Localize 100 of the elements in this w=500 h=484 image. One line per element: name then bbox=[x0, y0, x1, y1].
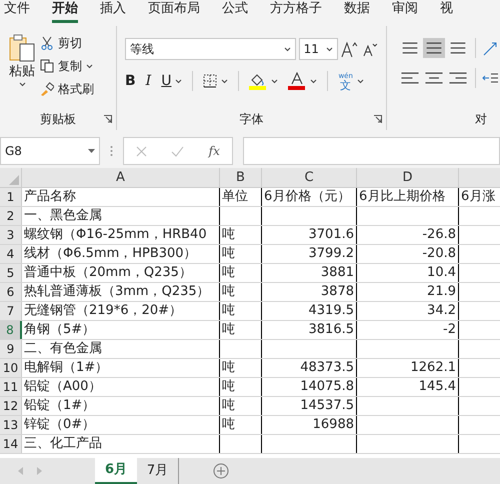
column-header[interactable]: C bbox=[262, 168, 357, 187]
table-cell: -2 bbox=[357, 321, 459, 339]
row-header[interactable]: 10 bbox=[0, 359, 22, 377]
copy-icon[interactable] bbox=[40, 59, 54, 73]
sheet-tab[interactable]: 7月 bbox=[137, 458, 179, 484]
paste-label[interactable]: 粘贴 bbox=[9, 62, 35, 82]
caret-icon[interactable] bbox=[310, 78, 318, 84]
table-cell: 3799.2 bbox=[262, 245, 357, 263]
table-cell: 6月价格（元） bbox=[262, 188, 357, 206]
table-cell: 螺纹钢（Φ16-25mm，HRB40 bbox=[22, 226, 220, 244]
table-cell: 6月比上期价格 bbox=[357, 188, 459, 206]
phonetic-char[interactable]: 文 bbox=[340, 81, 352, 90]
dialog-launcher-icon[interactable] bbox=[104, 115, 112, 123]
dialog-launcher-icon[interactable] bbox=[374, 115, 382, 123]
table-cell: -20.8 bbox=[357, 245, 459, 263]
ribbon-tab[interactable]: 审阅 bbox=[392, 0, 418, 23]
row-header[interactable]: 13 bbox=[0, 416, 22, 434]
table-cell: 普通中板（20mm，Q235） bbox=[22, 264, 220, 282]
table-cell: -26.8 bbox=[357, 226, 459, 244]
borders-icon[interactable] bbox=[203, 74, 218, 88]
caret-icon[interactable] bbox=[175, 78, 182, 84]
ribbon-tab[interactable]: 视 bbox=[440, 0, 453, 23]
formula-field[interactable] bbox=[243, 137, 500, 165]
paste-icon[interactable] bbox=[8, 34, 36, 62]
caret-icon[interactable] bbox=[221, 78, 228, 84]
table-cell: 14075.8 bbox=[262, 378, 357, 396]
row-header[interactable]: 8 bbox=[0, 321, 22, 339]
table-cell: 锌锭（0#） bbox=[22, 416, 220, 434]
row-header[interactable]: 3 bbox=[0, 226, 22, 244]
table-cell: 吨 bbox=[220, 226, 262, 244]
column-header[interactable]: A bbox=[22, 168, 220, 187]
ribbon-tab[interactable]: 页面布局 bbox=[148, 0, 200, 23]
caret-icon[interactable] bbox=[356, 78, 364, 84]
table-cell: 二、有色金属 bbox=[22, 340, 220, 358]
paintbrush-icon[interactable] bbox=[40, 82, 54, 96]
table-cell: 3816.5 bbox=[262, 321, 357, 339]
row-header[interactable]: 2 bbox=[0, 207, 22, 225]
row-header[interactable]: 9 bbox=[0, 340, 22, 358]
caret-icon[interactable] bbox=[284, 46, 291, 52]
table-cell: 吨 bbox=[220, 245, 262, 263]
italic-button[interactable]: I bbox=[146, 70, 152, 92]
grow-font-icon[interactable] bbox=[341, 40, 360, 58]
bold-button[interactable]: B bbox=[125, 70, 136, 92]
table-cell: 无缝钢管（219*6，20#） bbox=[22, 302, 220, 320]
table-cell: 热轧普通薄板（3mm，Q235） bbox=[22, 283, 220, 301]
table-cell: 4319.5 bbox=[262, 302, 357, 320]
table-cell: 48373.5 bbox=[262, 359, 357, 377]
table-cell: 吨 bbox=[220, 264, 262, 282]
caret-icon[interactable] bbox=[86, 64, 93, 68]
row-header[interactable]: 1 bbox=[0, 188, 22, 206]
caret-icon[interactable] bbox=[326, 46, 334, 52]
grip-icon bbox=[110, 145, 113, 157]
table-cell: 34.2 bbox=[357, 302, 459, 320]
insert-function-button[interactable]: fx bbox=[208, 142, 220, 160]
underline-button[interactable]: U bbox=[161, 70, 172, 92]
column-header[interactable]: D bbox=[357, 168, 459, 187]
row-header[interactable]: 5 bbox=[0, 264, 22, 282]
table-cell: 吨 bbox=[220, 378, 262, 396]
font-color-icon[interactable] bbox=[288, 72, 306, 90]
font-name-field[interactable]: 等线 bbox=[125, 38, 296, 60]
caret-icon[interactable] bbox=[18, 82, 26, 86]
ribbon-tab[interactable]: 开始 bbox=[52, 0, 78, 23]
row-header[interactable]: 12 bbox=[0, 397, 22, 415]
font-size-field[interactable]: 11 bbox=[298, 38, 338, 60]
sheet-tab[interactable]: 6月 bbox=[95, 458, 137, 484]
fill-color-icon[interactable] bbox=[249, 72, 268, 90]
table-cell: 铝锭（A00） bbox=[22, 378, 220, 396]
row-header[interactable]: 4 bbox=[0, 245, 22, 263]
ribbon-tab[interactable]: 文件 bbox=[4, 0, 30, 23]
ribbon-tab[interactable]: 插入 bbox=[100, 0, 126, 23]
add-sheet-icon[interactable] bbox=[213, 463, 229, 479]
row-header[interactable]: 11 bbox=[0, 378, 22, 396]
format-painter-button[interactable]: 格式刷 bbox=[58, 80, 94, 98]
ribbon-tab[interactable]: 数据 bbox=[344, 0, 370, 23]
name-box[interactable]: G8 bbox=[0, 137, 100, 165]
table-cell: 吨 bbox=[220, 359, 262, 377]
table-cell-text: 6月涨 bbox=[460, 188, 496, 206]
table-cell: 16988 bbox=[262, 416, 357, 434]
table-cell: 电解铜（1#） bbox=[22, 359, 220, 377]
table-cell: 1262.1 bbox=[357, 359, 459, 377]
row-header[interactable]: 7 bbox=[0, 302, 22, 320]
ribbon-tab[interactable]: 方方格子 bbox=[270, 0, 322, 23]
copy-button[interactable]: 复制 bbox=[58, 57, 82, 75]
table-cell: 吨 bbox=[220, 283, 262, 301]
group-label: 字体 bbox=[240, 111, 264, 128]
cut-button[interactable]: 剪切 bbox=[58, 34, 82, 52]
indent-icon[interactable] bbox=[482, 71, 498, 85]
shrink-font-icon[interactable] bbox=[362, 41, 378, 57]
scissors-icon[interactable] bbox=[40, 36, 54, 50]
column-header[interactable]: B bbox=[220, 168, 262, 187]
align-icon[interactable] bbox=[423, 38, 445, 58]
check-icon[interactable] bbox=[171, 146, 184, 156]
caret-icon[interactable] bbox=[271, 78, 278, 84]
table-cell: 10.4 bbox=[357, 264, 459, 282]
table-cell: 单位 bbox=[220, 188, 262, 206]
ribbon-tab[interactable]: 公式 bbox=[222, 0, 248, 23]
table-cell: 吨 bbox=[220, 302, 262, 320]
row-header[interactable]: 14 bbox=[0, 435, 22, 453]
row-header[interactable]: 6 bbox=[0, 283, 22, 301]
table-cell: 三、化工产品 bbox=[22, 435, 220, 453]
